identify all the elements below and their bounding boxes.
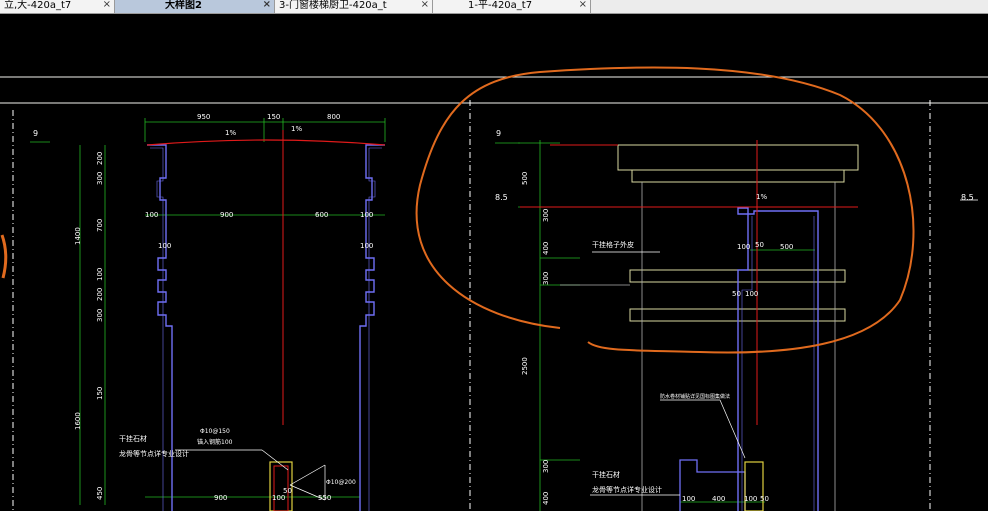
material-note: 干挂石材 xyxy=(592,470,620,479)
dim-label: 100 xyxy=(682,495,695,503)
svg-text:300: 300 xyxy=(96,172,104,185)
material-note: 龙骨等节点详专业设计 xyxy=(592,485,662,494)
level-mark: 9 xyxy=(496,129,501,138)
roof-curve xyxy=(146,139,386,146)
material-note: 干挂格子外皮 xyxy=(592,240,634,249)
waterproof-note: 防水卷材铺贴详见国标图集做法 xyxy=(660,393,730,400)
tab-elevation[interactable]: 立,大-420a_t7 × xyxy=(0,0,115,13)
dimension-lines xyxy=(30,118,386,505)
dim-label: 50 xyxy=(283,487,292,495)
wall-profile xyxy=(737,207,819,511)
left-detail: 9 950 150 800 1% 1% 900 600 100 100 100 … xyxy=(30,113,386,511)
document-tab-bar: 立,大-420a_t7 × 大样图2 × 3-门窗楼梯厨卫-420a_t × 1… xyxy=(0,0,988,14)
dim-label: 550 xyxy=(318,494,331,502)
drawing-frame xyxy=(0,76,988,104)
tab-detail-drawing-2[interactable]: 大样图2 × xyxy=(115,0,275,13)
tab-label: 立,大-420a_t7 xyxy=(4,0,72,11)
close-icon[interactable]: × xyxy=(421,0,429,10)
dim-label: 900 xyxy=(214,494,227,502)
slope-label: 1% xyxy=(225,129,236,137)
dim-label: 100 xyxy=(745,290,758,298)
dim-label: 100 xyxy=(145,211,158,219)
material-note: 干挂石材 xyxy=(119,434,147,443)
dim-label: 500 xyxy=(780,243,793,251)
svg-text:300: 300 xyxy=(542,209,550,222)
svg-text:2500: 2500 xyxy=(521,357,529,375)
close-icon[interactable]: × xyxy=(263,0,271,10)
svg-text:450: 450 xyxy=(96,487,104,500)
level-mark: 8.5 xyxy=(495,193,508,202)
lower-profile xyxy=(679,459,746,511)
svg-text:200: 200 xyxy=(96,288,104,301)
dim-label: 800 xyxy=(327,113,340,121)
svg-text:100: 100 xyxy=(96,268,104,281)
svg-text:200: 200 xyxy=(96,152,104,165)
vertical-dims: 500 300 400 300 2500 300 400 xyxy=(521,172,550,505)
dim-label: 50 xyxy=(732,290,741,298)
dim-label: 50 xyxy=(760,495,769,503)
dim-label: 950 xyxy=(197,113,210,121)
drawing-canvas[interactable]: 9 950 150 800 1% 1% 900 600 100 100 100 … xyxy=(0,14,988,511)
tab-doors-windows[interactable]: 3-门窗楼梯厨卫-420a_t × xyxy=(275,0,433,13)
slope-label: 1% xyxy=(291,125,302,133)
rebar-note: Φ10@150 xyxy=(200,428,230,435)
tab-label: 1-平-420a_t7 xyxy=(468,0,533,11)
svg-text:1400: 1400 xyxy=(74,227,82,245)
material-note: 龙骨等节点详专业设计 xyxy=(119,449,189,458)
tab-label: 大样图2 xyxy=(165,0,202,11)
svg-text:500: 500 xyxy=(521,172,529,185)
dim-label: 600 xyxy=(315,211,328,219)
right-detail: 9 8.5 8.5 1% 干挂格子外皮 100 50 500 50 100 防水… xyxy=(495,129,978,511)
dim-label: 150 xyxy=(267,113,280,121)
markup-circle xyxy=(415,66,915,354)
vertical-dims: 200 300 1400 700 100 200 300 150 1600 45… xyxy=(74,152,104,500)
tab-floor-plan[interactable]: 1-平-420a_t7 × xyxy=(433,0,591,13)
dim-label: 900 xyxy=(220,211,233,219)
dim-label: 100 xyxy=(360,211,373,219)
svg-text:150: 150 xyxy=(96,387,104,400)
svg-text:400: 400 xyxy=(542,242,550,255)
svg-text:1600: 1600 xyxy=(74,412,82,430)
svg-text:300: 300 xyxy=(542,460,550,473)
svg-text:700: 700 xyxy=(96,219,104,232)
rebar-note: Φ10@200 xyxy=(326,479,356,486)
close-icon[interactable]: × xyxy=(103,0,111,10)
dim-label: 100 xyxy=(744,495,757,503)
slope-label: 1% xyxy=(756,193,767,201)
level-mark: 8.5 xyxy=(961,193,974,202)
dim-label: 100 xyxy=(360,242,373,250)
dim-label: 100 xyxy=(158,242,171,250)
rebar-note: 锚入钢筋100 xyxy=(197,438,233,446)
level-mark: 9 xyxy=(33,129,38,138)
dim-label: 50 xyxy=(755,241,764,249)
dim-label: 100 xyxy=(737,243,750,251)
dim-label: 400 xyxy=(712,495,725,503)
dim-label: 100 xyxy=(272,494,285,502)
markup-edge xyxy=(0,234,8,279)
close-icon[interactable]: × xyxy=(579,0,587,10)
svg-text:300: 300 xyxy=(96,309,104,322)
svg-text:300: 300 xyxy=(542,272,550,285)
tab-label: 3-门窗楼梯厨卫-420a_t xyxy=(279,0,387,11)
svg-text:400: 400 xyxy=(542,492,550,505)
